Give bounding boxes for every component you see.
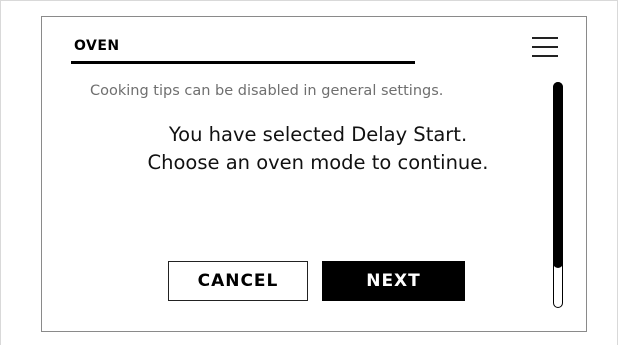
title-underline bbox=[71, 61, 415, 64]
menu-icon[interactable] bbox=[532, 34, 558, 58]
menu-icon-line bbox=[532, 55, 558, 57]
cancel-button[interactable]: CANCEL bbox=[168, 261, 308, 301]
oven-screen: OVEN Cooking tips can be disabled in gen… bbox=[41, 16, 587, 332]
message-line-2: Choose an oven mode to continue. bbox=[147, 151, 489, 174]
next-button[interactable]: NEXT bbox=[322, 261, 465, 301]
message-line-1: You have selected Delay Start. bbox=[168, 123, 468, 146]
menu-icon-line bbox=[532, 46, 558, 48]
page-title: OVEN bbox=[74, 38, 120, 54]
menu-icon-line bbox=[532, 37, 558, 39]
delay-start-message: You have selected Delay Start. Choose an… bbox=[98, 121, 538, 177]
cooking-tip-text: Cooking tips can be disabled in general … bbox=[90, 83, 444, 99]
scrollbar[interactable] bbox=[552, 81, 563, 308]
scrollbar-thumb[interactable] bbox=[552, 81, 563, 268]
